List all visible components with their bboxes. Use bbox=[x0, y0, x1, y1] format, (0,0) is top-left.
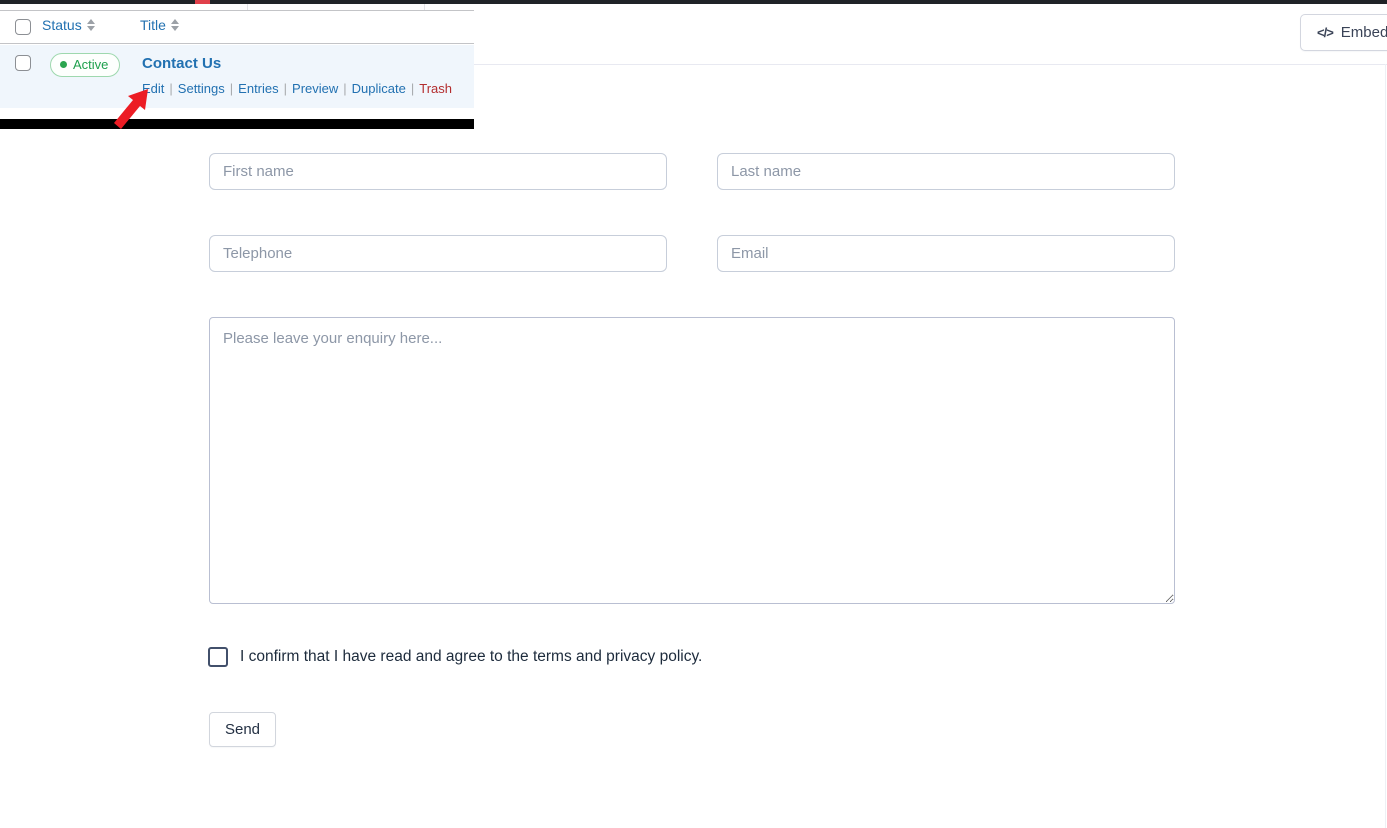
sort-up-icon bbox=[170, 19, 179, 24]
send-button[interactable]: Send bbox=[209, 712, 276, 747]
embed-button-label: Embed bbox=[1340, 24, 1387, 41]
status-dot-icon bbox=[60, 61, 67, 68]
last-name-input[interactable] bbox=[717, 153, 1175, 190]
action-duplicate[interactable]: Duplicate bbox=[352, 81, 406, 96]
enquiry-textarea[interactable] bbox=[209, 317, 1175, 604]
panel-top-divider bbox=[474, 64, 1387, 65]
forms-list-table: Status Title Active Contact Us Edit | Sett… bbox=[0, 4, 474, 129]
sort-icon[interactable] bbox=[86, 19, 95, 31]
action-trash[interactable]: Trash bbox=[419, 81, 452, 96]
sort-down-icon bbox=[170, 26, 179, 31]
column-header-title[interactable]: Title bbox=[140, 17, 179, 33]
table-row: Active Contact Us Edit | Settings | Entries |… bbox=[0, 45, 474, 108]
status-badge-label: Active bbox=[73, 57, 109, 72]
telephone-input[interactable] bbox=[209, 235, 667, 272]
action-separator: | bbox=[169, 81, 173, 96]
action-separator: | bbox=[410, 81, 415, 96]
embed-button[interactable]: </> Embed bbox=[1300, 14, 1387, 51]
action-preview[interactable]: Preview bbox=[292, 81, 338, 96]
form-title-link[interactable]: Contact Us bbox=[142, 55, 221, 72]
consent-checkbox[interactable] bbox=[208, 647, 228, 667]
action-settings[interactable]: Settings bbox=[178, 81, 225, 96]
panel-right-edge bbox=[1385, 64, 1386, 828]
column-header-status[interactable]: Status bbox=[42, 17, 95, 33]
sort-down-icon bbox=[86, 26, 95, 31]
select-all-checkbox[interactable] bbox=[15, 19, 31, 35]
action-separator: | bbox=[343, 81, 347, 96]
consent-row: I confirm that I have read and agree to … bbox=[208, 647, 702, 667]
redacted-bar bbox=[0, 119, 474, 129]
sort-icon[interactable] bbox=[170, 19, 179, 31]
row-checkbox[interactable] bbox=[15, 55, 31, 71]
email-input[interactable] bbox=[717, 235, 1175, 272]
action-separator: | bbox=[283, 81, 288, 96]
status-badge: Active bbox=[50, 53, 121, 77]
row-actions: Edit | Settings | Entries | Preview | Duplicate |… bbox=[142, 81, 452, 96]
status-column-label: Status bbox=[42, 17, 82, 33]
action-separator: | bbox=[229, 81, 234, 96]
first-name-input[interactable] bbox=[209, 153, 667, 190]
sort-up-icon bbox=[86, 19, 95, 24]
code-icon: </> bbox=[1317, 25, 1334, 40]
table-header-row: Status Title bbox=[0, 11, 474, 44]
action-entries[interactable]: Entries bbox=[238, 81, 278, 96]
cursor-arrow-icon bbox=[114, 89, 148, 129]
title-column-label: Title bbox=[140, 17, 166, 33]
consent-label: I confirm that I have read and agree to … bbox=[240, 648, 703, 665]
